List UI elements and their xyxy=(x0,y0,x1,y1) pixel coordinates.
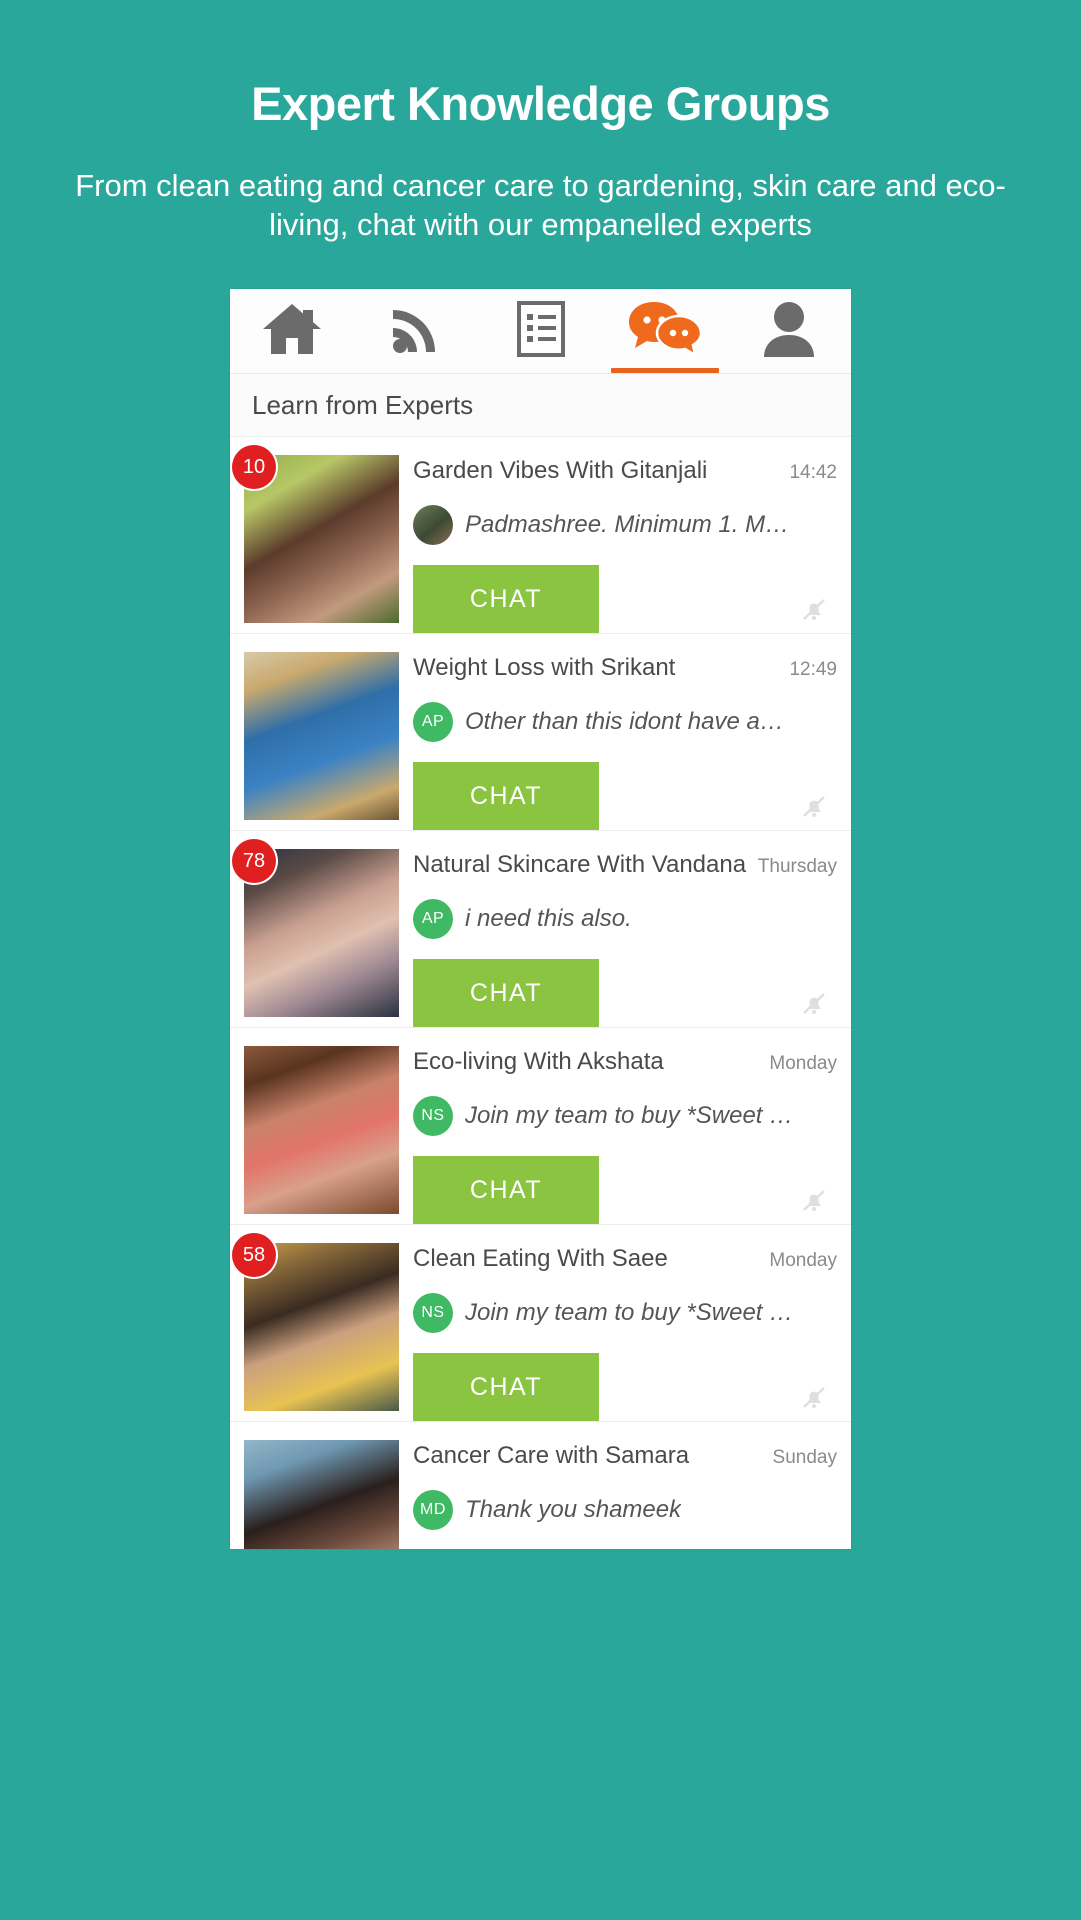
muted-bell-icon xyxy=(799,1383,829,1413)
avatar: AP xyxy=(413,899,453,940)
rss-feed-icon xyxy=(389,302,443,361)
timestamp: Monday xyxy=(769,1250,837,1272)
timestamp: Monday xyxy=(769,1053,837,1075)
timestamp: 12:49 xyxy=(789,659,837,681)
title-row: Eco-living With Akshata Monday xyxy=(413,1048,837,1076)
title-row: Cancer Care with Samara Sunday xyxy=(413,1442,837,1470)
row-content: Weight Loss with Srikant 12:49 AP Other … xyxy=(413,652,837,831)
list-item[interactable]: Weight Loss with Srikant 12:49 AP Other … xyxy=(230,634,851,832)
muted-bell-icon xyxy=(799,1186,829,1216)
message-row: NS Join my team to buy *Sweet Lime -... xyxy=(413,1096,837,1137)
row-content: Eco-living With Akshata Monday NS Join m… xyxy=(413,1046,837,1225)
thumbnail-wrap xyxy=(244,652,399,821)
title-row: Weight Loss with Srikant 12:49 xyxy=(413,654,837,682)
message-row: NS Join my team to buy *Sweet Lime -... xyxy=(413,1293,837,1334)
tab-chats[interactable] xyxy=(603,289,727,374)
group-title: Garden Vibes With Gitanjali xyxy=(413,457,708,485)
timestamp: 14:42 xyxy=(789,462,837,484)
home-icon xyxy=(261,302,323,361)
list-item[interactable]: 78 Natural Skincare With Vandana Thursda… xyxy=(230,831,851,1029)
chat-button[interactable]: CHAT xyxy=(413,565,599,634)
title-row: Natural Skincare With Vandana Thursday xyxy=(413,851,837,879)
thumbnail-wrap xyxy=(244,1046,399,1215)
row-content: Clean Eating With Saee Monday NS Join my… xyxy=(413,1243,837,1422)
srikant-photo xyxy=(244,652,399,821)
group-title: Clean Eating With Saee xyxy=(413,1245,668,1273)
thumbnail-wrap: 10 xyxy=(232,445,399,624)
avatar: NS xyxy=(413,1293,453,1334)
chat-button[interactable]: CHAT xyxy=(413,1156,599,1225)
group-title: Cancer Care with Samara xyxy=(413,1442,690,1470)
person-icon xyxy=(761,300,817,363)
row-content: Natural Skincare With Vandana Thursday A… xyxy=(413,849,837,1028)
akshata-photo xyxy=(244,1046,399,1215)
tab-profile[interactable] xyxy=(727,289,851,373)
last-message: Thank you shameek xyxy=(465,1496,682,1524)
chat-bubbles-icon xyxy=(627,300,703,363)
chat-button[interactable]: CHAT xyxy=(413,1353,599,1422)
tab-feed[interactable] xyxy=(354,289,478,373)
message-row: Padmashree. Minimum 1. Maximu... xyxy=(413,505,837,546)
tab-home[interactable] xyxy=(230,289,354,373)
thumbnail-wrap: 78 xyxy=(232,839,399,1018)
last-message: Join my team to buy *Sweet Lime -... xyxy=(465,1299,795,1327)
list-item[interactable]: Eco-living With Akshata Monday NS Join m… xyxy=(230,1028,851,1226)
list-item[interactable]: 58 Clean Eating With Saee Monday NS Join… xyxy=(230,1225,851,1423)
muted-bell-icon xyxy=(799,792,829,822)
thumbnail-wrap: 58 xyxy=(232,1233,399,1412)
list-item[interactable]: Cancer Care with Samara Sunday MD Thank … xyxy=(230,1422,851,1550)
unread-badge: 58 xyxy=(232,1233,276,1278)
chat-button[interactable]: CHAT xyxy=(413,762,599,831)
avatar: NS xyxy=(413,1096,453,1137)
muted-bell-icon xyxy=(799,989,829,1019)
top-tab-bar xyxy=(230,289,851,375)
list-item[interactable]: 10 Garden Vibes With Gitanjali 14:42 Pad… xyxy=(230,437,851,635)
timestamp: Thursday xyxy=(757,856,837,878)
page-title: Expert Knowledge Groups xyxy=(251,77,830,130)
promo-banner: Expert Knowledge Groups From clean eatin… xyxy=(0,0,1081,1920)
message-row: AP Other than this idont have any det... xyxy=(413,702,837,743)
row-content: Garden Vibes With Gitanjali 14:42 Padmas… xyxy=(413,455,837,634)
group-title: Eco-living With Akshata xyxy=(413,1048,664,1076)
group-title: Weight Loss with Srikant xyxy=(413,654,676,682)
unread-badge: 78 xyxy=(232,839,276,884)
last-message: Join my team to buy *Sweet Lime -... xyxy=(465,1102,795,1130)
title-row: Garden Vibes With Gitanjali 14:42 xyxy=(413,457,837,485)
samara-photo xyxy=(244,1440,399,1550)
message-row: MD Thank you shameek xyxy=(413,1490,837,1531)
last-message: Padmashree. Minimum 1. Maximu... xyxy=(465,511,795,539)
avatar xyxy=(413,505,453,546)
chat-button[interactable]: CHAT xyxy=(413,959,599,1028)
group-title: Natural Skincare With Vandana xyxy=(413,851,747,879)
last-message: i need this also. xyxy=(465,905,632,933)
tab-list[interactable] xyxy=(478,289,602,373)
title-row: Clean Eating With Saee Monday xyxy=(413,1245,837,1273)
app-screenshot: Learn from Experts 10 Garden Vibes With … xyxy=(230,289,851,1550)
row-content: Cancer Care with Samara Sunday MD Thank … xyxy=(413,1440,837,1549)
avatar: MD xyxy=(413,1490,453,1531)
thumbnail-wrap xyxy=(244,1440,399,1550)
last-message: Other than this idont have any det... xyxy=(465,708,795,736)
section-header: Learn from Experts xyxy=(230,374,851,438)
page-subtitle: From clean eating and cancer care to gar… xyxy=(75,167,1006,243)
unread-badge: 10 xyxy=(232,445,276,490)
timestamp: Sunday xyxy=(772,1447,837,1469)
message-row: AP i need this also. xyxy=(413,899,837,940)
muted-bell-icon xyxy=(799,595,829,625)
list-document-icon xyxy=(516,300,565,362)
avatar: AP xyxy=(413,702,453,743)
expert-chat-list[interactable]: 10 Garden Vibes With Gitanjali 14:42 Pad… xyxy=(230,437,851,1550)
section-title: Learn from Experts xyxy=(252,389,474,420)
